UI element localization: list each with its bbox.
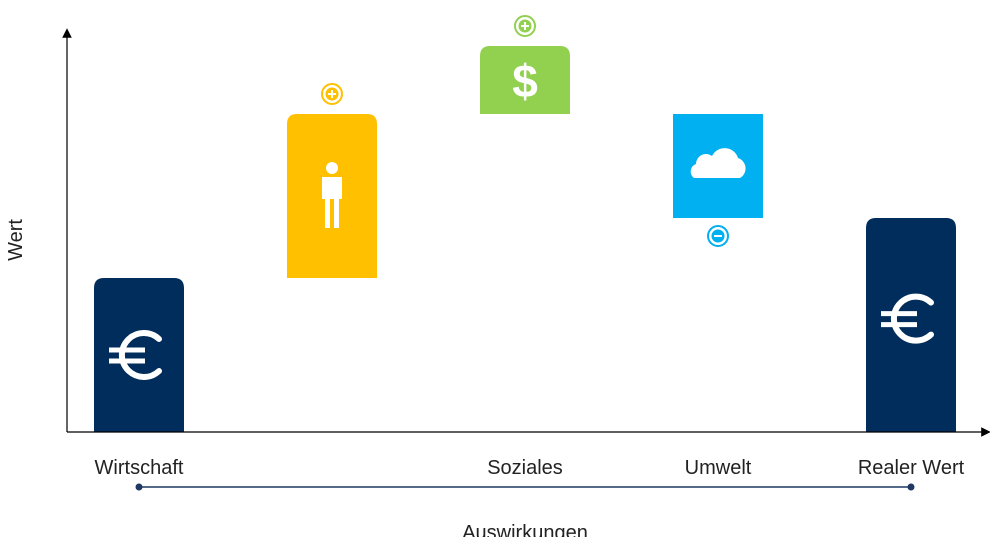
x-tick-label: Realer Wert xyxy=(858,457,965,479)
timeline-start-dot xyxy=(135,483,143,491)
x-axis-title: Auswirkungen xyxy=(462,522,588,537)
y-axis-title: Wert xyxy=(5,219,27,261)
timeline-end-dot xyxy=(907,483,915,491)
bar-wirtschaft xyxy=(94,278,184,432)
x-tick-label: Wirtschaft xyxy=(95,457,184,479)
bars-layer: $ xyxy=(94,15,956,432)
plus-icon xyxy=(514,15,536,37)
plus-icon xyxy=(321,83,343,105)
waterfall-chart: $ Wirtschaft Soziales Umwelt Realer Wert We… xyxy=(5,15,990,537)
x-tick-label: Soziales xyxy=(487,457,563,479)
minus-icon xyxy=(707,225,729,247)
labels-layer: Wirtschaft Soziales Umwelt Realer Wert xyxy=(95,457,965,491)
dollar-icon: $ xyxy=(512,55,538,107)
x-tick-label: Umwelt xyxy=(685,457,752,479)
svg-text:$: $ xyxy=(512,55,538,107)
